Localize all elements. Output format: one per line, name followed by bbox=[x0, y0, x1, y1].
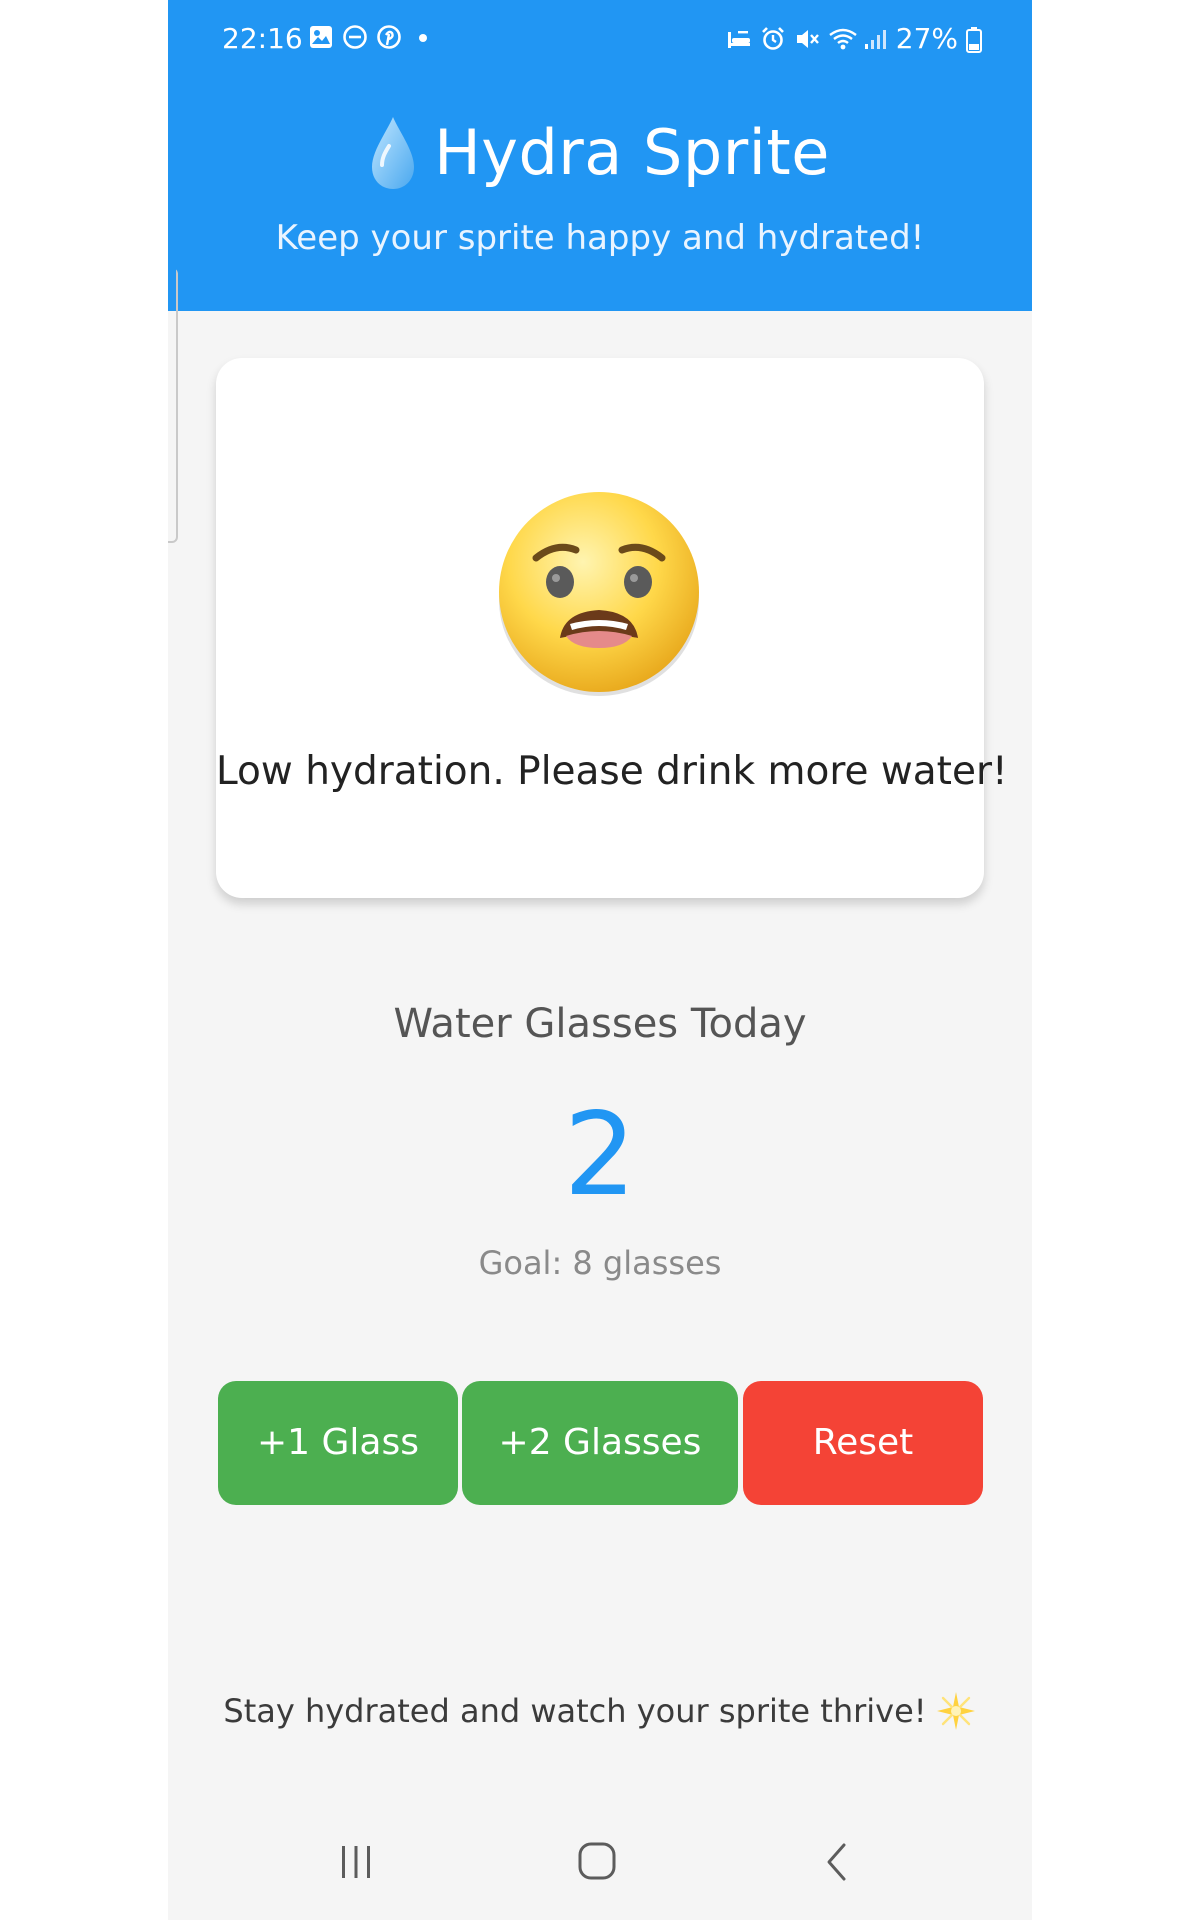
status-time: 22:16 bbox=[222, 22, 303, 55]
mute-icon bbox=[794, 26, 820, 52]
status-system-icons: 27% bbox=[726, 22, 982, 56]
sleep-mode-icon bbox=[726, 26, 752, 52]
home-icon[interactable] bbox=[562, 1832, 632, 1892]
app-subtitle: Keep your sprite happy and hydrated! bbox=[275, 218, 925, 258]
add-two-glasses-button[interactable]: +2 Glasses bbox=[462, 1381, 738, 1505]
signal-icon bbox=[862, 26, 888, 52]
do-not-disturb-icon bbox=[342, 24, 368, 50]
sparkle-icon bbox=[935, 1690, 977, 1732]
status-bar: 22:16 27% bbox=[168, 0, 1032, 80]
footer-text: Stay hydrated and watch your sprite thri… bbox=[223, 1692, 927, 1730]
glass-count: 2 bbox=[563, 1088, 637, 1221]
app-title: Hydra Sprite bbox=[434, 116, 830, 189]
edge-panel-accent bbox=[168, 268, 176, 310]
recents-icon[interactable] bbox=[321, 1832, 391, 1892]
alarm-icon bbox=[760, 26, 786, 52]
footer: Stay hydrated and watch your sprite thri… bbox=[168, 1688, 1032, 1734]
system-nav-bar bbox=[168, 1806, 1032, 1920]
water-drop-icon bbox=[370, 113, 416, 193]
anguished-face-icon bbox=[494, 488, 704, 698]
add-one-glass-button[interactable]: +1 Glass bbox=[218, 1381, 458, 1505]
gallery-icon bbox=[308, 24, 334, 50]
goal-text: Goal: 8 glasses bbox=[478, 1244, 722, 1282]
notification-dot-icon bbox=[410, 24, 436, 50]
pinterest-icon bbox=[376, 24, 402, 50]
battery-percent: 27% bbox=[895, 22, 958, 55]
phone-screen: 22:16 27% Hydra Sprite Keep your sprite … bbox=[168, 0, 1032, 1920]
app-title-row: Hydra Sprite bbox=[168, 108, 1032, 198]
sprite-card: Low hydration. Please drink more water! bbox=[216, 358, 1008, 898]
wifi-icon bbox=[828, 26, 857, 52]
glasses-today-label: Water Glasses Today bbox=[393, 1001, 807, 1047]
battery-icon bbox=[966, 26, 982, 53]
status-notification-icons bbox=[308, 24, 436, 50]
back-icon[interactable] bbox=[802, 1832, 872, 1892]
app-header: 22:16 27% Hydra Sprite Keep your sprite … bbox=[168, 0, 1032, 311]
hydration-status-message: Low hydration. Please drink more water! bbox=[216, 749, 1008, 794]
reset-button[interactable]: Reset bbox=[743, 1381, 983, 1505]
